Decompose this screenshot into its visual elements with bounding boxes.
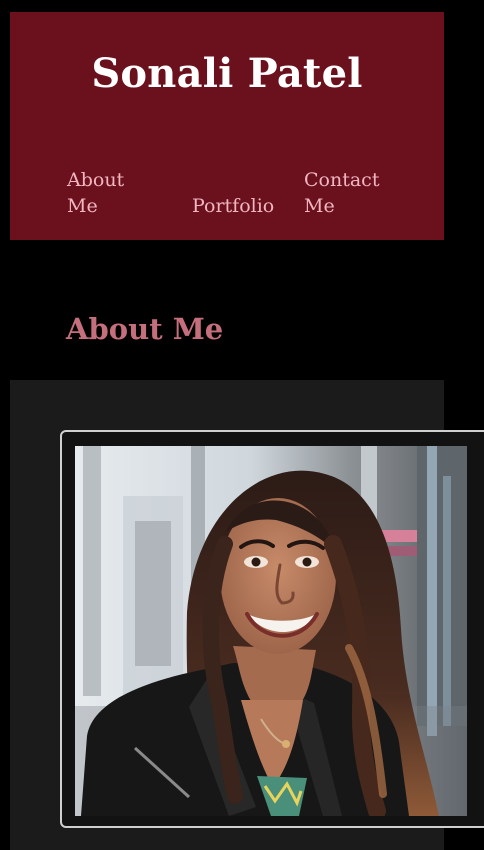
nav-portfolio[interactable]: Portfolio	[192, 193, 292, 219]
profile-photo	[75, 446, 467, 816]
about-me-heading: About Me	[66, 312, 224, 346]
site-header: Sonali Patel About Me Portfolio Contact …	[10, 12, 444, 240]
site-title: Sonali Patel	[91, 50, 363, 97]
profile-photo-illustration	[75, 446, 467, 816]
nav-contact-me[interactable]: Contact Me	[304, 167, 394, 219]
nav-about-me[interactable]: About Me	[67, 167, 147, 219]
